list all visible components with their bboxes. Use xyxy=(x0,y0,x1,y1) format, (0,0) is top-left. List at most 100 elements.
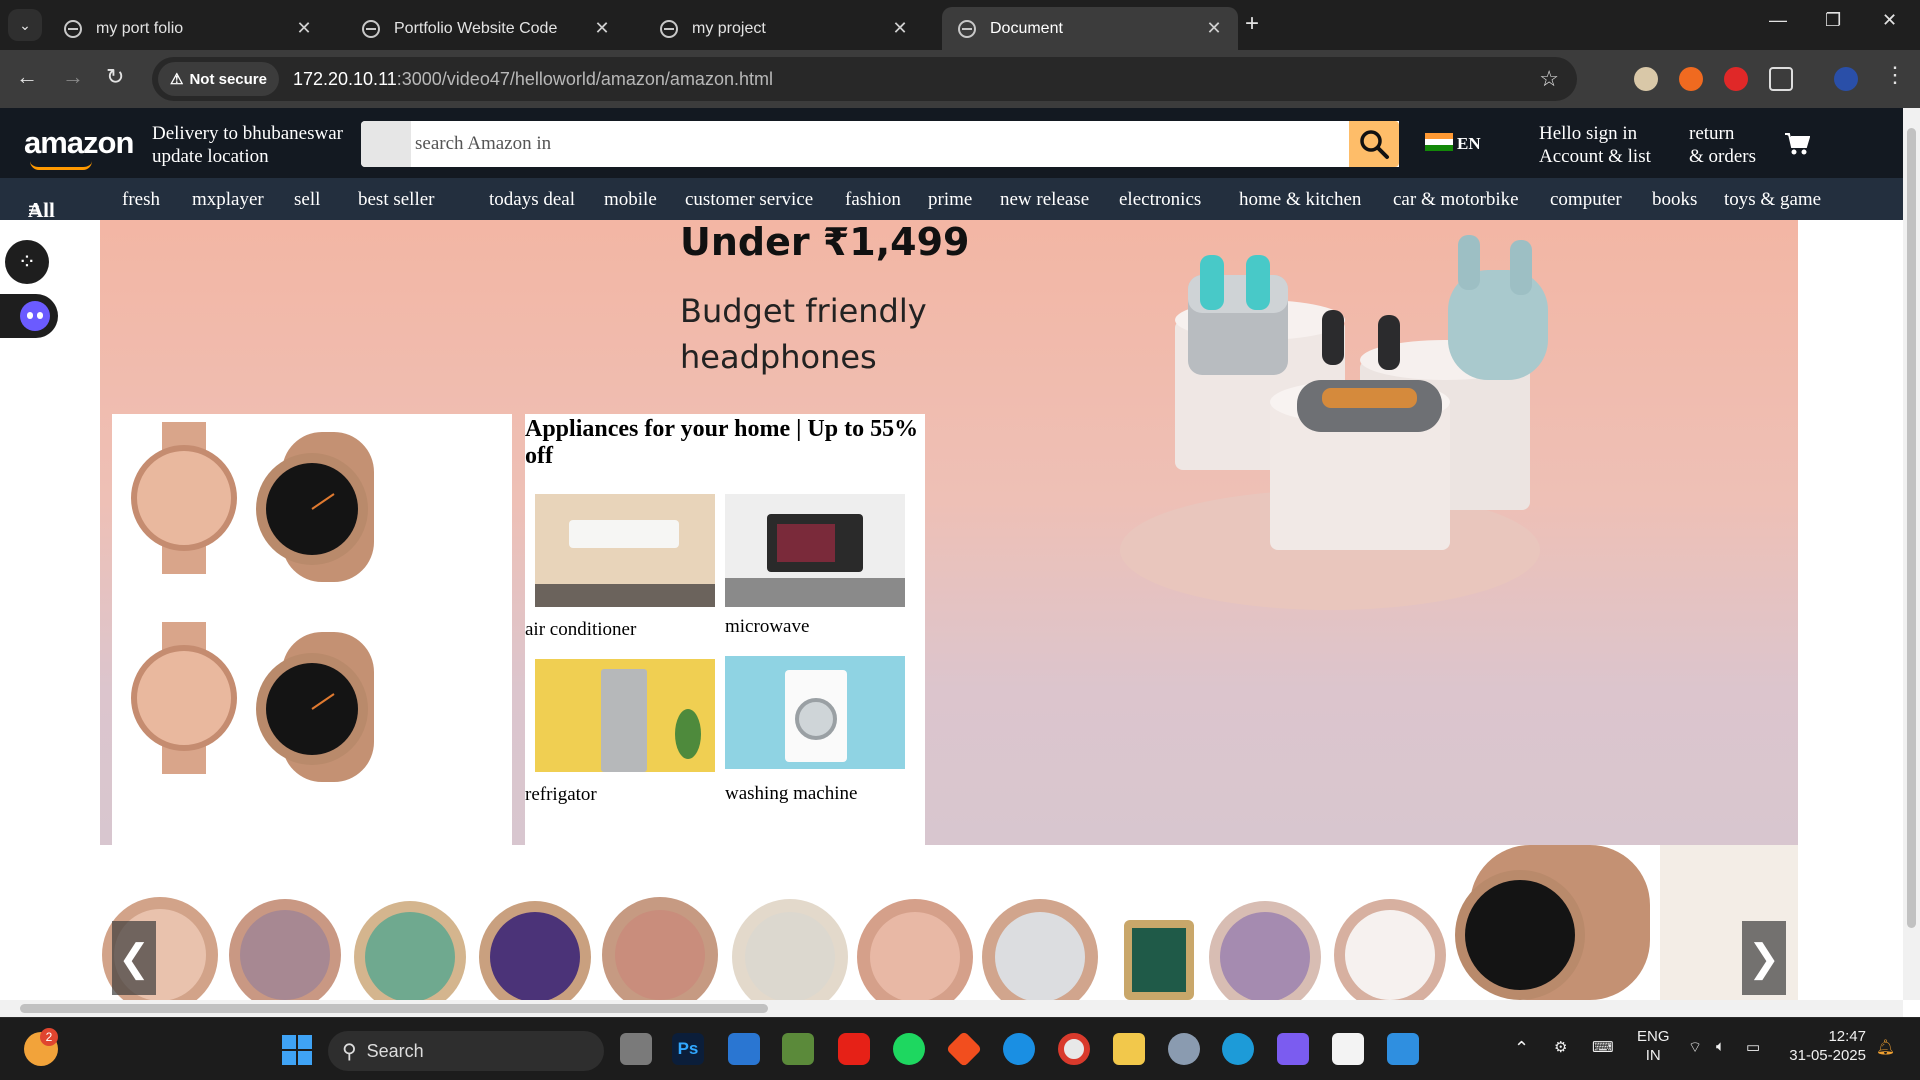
clock[interactable]: 12:47 31-05-2025 xyxy=(1786,1027,1866,1065)
account-and-lists[interactable]: Hello sign in Account & list xyxy=(1539,122,1651,168)
close-tab-icon[interactable]: ✕ xyxy=(1202,18,1226,39)
address-bar[interactable]: ⚠ Not secure 172.20.10.11:3000/video47/h… xyxy=(152,57,1577,101)
taskbar-search-label: Search xyxy=(366,1040,424,1061)
chrome-icon[interactable] xyxy=(1058,1033,1090,1065)
washing-machine-caption[interactable]: washing machine xyxy=(725,783,857,805)
horizontal-scrollbar[interactable] xyxy=(0,1000,1903,1017)
appliances-card[interactable]: Appliances for your home | Up to 55% off… xyxy=(525,414,925,845)
notifications-bell-icon[interactable]: 🔔︎ xyxy=(1876,1038,1895,1056)
minimize-button[interactable]: — xyxy=(1769,10,1787,31)
file-explorer-icon[interactable] xyxy=(1113,1033,1145,1065)
vertical-scroll-thumb[interactable] xyxy=(1907,128,1916,928)
nav-item-mobile[interactable]: mobile xyxy=(604,189,657,211)
windows-start-button[interactable] xyxy=(282,1035,312,1065)
nav-item-new-release[interactable]: new release xyxy=(1000,189,1089,211)
tab-document[interactable]: Document ✕ xyxy=(942,7,1238,50)
url-host: 172.20.10.11 xyxy=(292,68,397,89)
delivery-location[interactable]: Delivery to bhubaneswar update location xyxy=(152,122,343,168)
nav-item-fresh[interactable]: fresh xyxy=(122,189,160,211)
close-tab-icon[interactable]: ✕ xyxy=(888,18,912,39)
nav-item-sell[interactable]: sell xyxy=(294,189,320,211)
washing-machine-image[interactable] xyxy=(725,656,905,769)
close-tab-icon[interactable]: ✕ xyxy=(590,18,614,39)
youtube-icon[interactable] xyxy=(838,1033,870,1065)
refrigerator-image[interactable] xyxy=(535,659,715,772)
new-tab-button[interactable]: + xyxy=(1245,10,1259,38)
microwave-image[interactable] xyxy=(725,494,905,607)
nav-item-books[interactable]: books xyxy=(1652,189,1697,211)
tray-app-icon[interactable]: ⚙ xyxy=(1554,1038,1567,1056)
tab-my-project[interactable]: my project ✕ xyxy=(644,7,924,50)
battery-icon[interactable]: ▭ xyxy=(1746,1038,1760,1056)
photoshop-icon[interactable]: Ps xyxy=(672,1033,704,1065)
extension-bolt-icon[interactable] xyxy=(1724,67,1748,91)
air-conditioner-caption[interactable]: air conditioner xyxy=(525,619,636,641)
close-tab-icon[interactable]: ✕ xyxy=(292,18,316,39)
volume-icon[interactable]: 🔈︎ xyxy=(1716,1038,1725,1055)
tab-search-menu-button[interactable]: ⌄ xyxy=(8,9,42,41)
amazon-logo[interactable]: amazon xyxy=(24,125,134,161)
tab-portfolio-website-code[interactable]: Portfolio Website Code ✕ xyxy=(346,7,626,50)
cart-icon[interactable] xyxy=(1784,132,1811,161)
nav-item-best-seller[interactable]: best seller xyxy=(358,189,435,211)
keyboard-icon[interactable]: ⌨ xyxy=(1592,1038,1614,1056)
profile-avatar[interactable] xyxy=(1834,67,1858,91)
ollama-icon[interactable] xyxy=(1332,1033,1364,1065)
anydesk-icon[interactable] xyxy=(945,1030,983,1068)
site-info-button[interactable]: ⚠ Not secure xyxy=(158,62,279,96)
spotify-icon[interactable] xyxy=(893,1033,925,1065)
messenger-icon[interactable] xyxy=(1003,1033,1035,1065)
nav-item-prime[interactable]: prime xyxy=(928,189,972,211)
microsoft-store-icon[interactable] xyxy=(728,1033,760,1065)
nav-item-toys-game[interactable]: toys & game xyxy=(1724,189,1821,211)
hero-headline: Under ₹1,499 xyxy=(680,220,970,264)
restore-button[interactable]: ❐ xyxy=(1825,10,1841,31)
nav-item-mxplayer[interactable]: mxplayer xyxy=(192,189,264,211)
floating-assistant-button[interactable] xyxy=(0,294,58,338)
minecraft-icon[interactable] xyxy=(782,1033,814,1065)
edge-icon[interactable] xyxy=(1222,1033,1254,1065)
vscode-icon[interactable] xyxy=(1387,1033,1419,1065)
input-language[interactable]: ENG IN xyxy=(1637,1027,1670,1065)
horizontal-scroll-thumb[interactable] xyxy=(20,1004,768,1013)
extension-fox-icon[interactable] xyxy=(1679,67,1703,91)
search-category-dropdown[interactable] xyxy=(361,121,411,167)
nav-item-computer[interactable]: computer xyxy=(1550,189,1622,211)
vertical-scrollbar[interactable] xyxy=(1903,108,1920,1000)
nav-item-car-motorbike[interactable]: car & motorbike xyxy=(1393,189,1519,211)
watches-card[interactable] xyxy=(112,414,512,845)
settings-gear-icon[interactable] xyxy=(1168,1033,1200,1065)
extension-avatar-icon[interactable] xyxy=(1634,67,1658,91)
floating-apps-button[interactable]: ⁘ xyxy=(5,240,49,284)
nav-item-todays-deal[interactable]: todays deal xyxy=(489,189,575,211)
tab-my-port-folio[interactable]: my port folio ✕ xyxy=(48,7,328,50)
nav-item-fashion[interactable]: fashion xyxy=(845,189,901,211)
task-view-icon[interactable] xyxy=(620,1033,652,1065)
back-button[interactable]: ← xyxy=(16,64,38,90)
wifi-icon[interactable]: ⌔ xyxy=(1688,1038,1702,1057)
nav-item-home-kitchen[interactable]: home & kitchen xyxy=(1239,189,1361,211)
microwave-caption[interactable]: microwave xyxy=(725,616,809,638)
taskbar-search[interactable]: ⚲ Search xyxy=(328,1031,604,1071)
browser-menu-icon[interactable]: ⋮ xyxy=(1884,62,1906,88)
carousel-watch-images xyxy=(102,845,1798,1000)
bookmark-star-icon[interactable]: ☆ xyxy=(1539,66,1559,92)
close-window-button[interactable]: ✕ xyxy=(1882,10,1897,31)
returns-and-orders[interactable]: return & orders xyxy=(1689,122,1756,168)
carousel-next-button[interactable]: ❯ xyxy=(1742,921,1786,995)
carousel-prev-button[interactable]: ❮ xyxy=(112,921,156,995)
forward-button[interactable]: → xyxy=(62,64,84,90)
refrigerator-caption[interactable]: refrigator xyxy=(525,784,597,806)
reload-button[interactable]: ↻ xyxy=(106,64,124,90)
language-selector[interactable]: EN xyxy=(1457,134,1481,154)
extensions-puzzle-icon[interactable] xyxy=(1769,67,1793,91)
url-text[interactable]: 172.20.10.11:3000/video47/helloworld/ama… xyxy=(293,69,773,90)
nav-item-customer-service[interactable]: customer service xyxy=(685,189,813,211)
air-conditioner-image[interactable] xyxy=(535,494,715,607)
india-flag-icon[interactable] xyxy=(1425,133,1453,151)
show-hidden-icons-chevron[interactable]: ⌃ xyxy=(1514,1038,1529,1059)
nav-item-electronics[interactable]: electronics xyxy=(1119,189,1201,211)
search-button[interactable] xyxy=(1349,121,1399,167)
search-input[interactable] xyxy=(411,121,1371,167)
copilot-icon[interactable] xyxy=(1277,1033,1309,1065)
